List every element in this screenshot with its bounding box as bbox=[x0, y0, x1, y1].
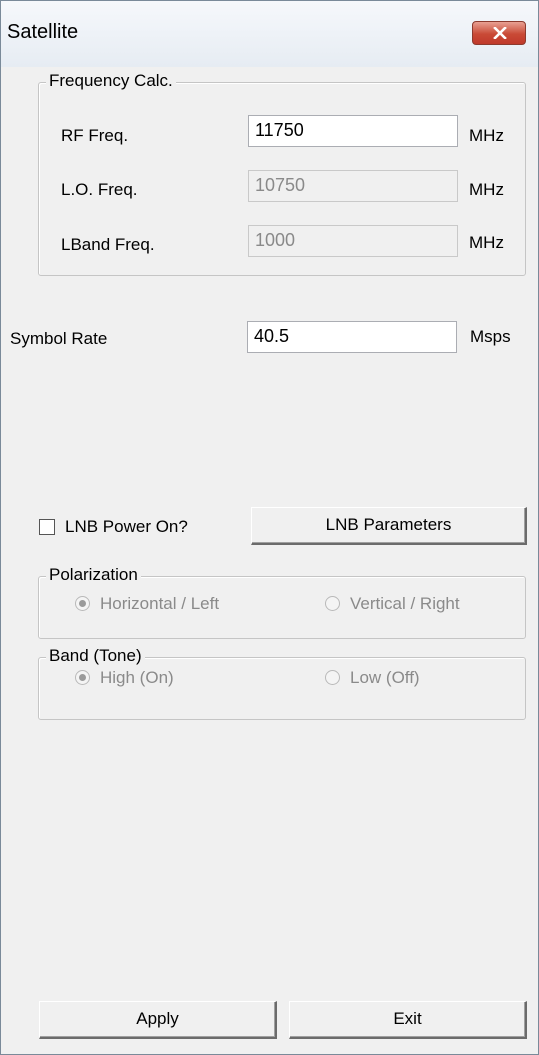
band-tone-group: Band (Tone) High (On) Low (Off) bbox=[38, 646, 526, 720]
dialog-body: Frequency Calc. RF Freq. 11750 MHz L.O. … bbox=[1, 67, 538, 1054]
radio-indicator bbox=[325, 670, 340, 685]
rf-freq-unit: MHz bbox=[469, 126, 504, 145]
symbol-rate-unit: Msps bbox=[470, 327, 511, 346]
symbol-rate-input[interactable]: 40.5 bbox=[247, 321, 457, 353]
polarization-legend: Polarization bbox=[46, 565, 141, 585]
vertical-right-label: Vertical / Right bbox=[350, 594, 460, 613]
polarization-group: Polarization Horizontal / Left Vertical … bbox=[38, 565, 526, 639]
rf-freq-input[interactable]: 11750 bbox=[248, 115, 458, 147]
band-tone-legend: Band (Tone) bbox=[46, 646, 145, 666]
lo-freq-label: L.O. Freq. bbox=[61, 180, 138, 199]
rf-freq-label: RF Freq. bbox=[61, 126, 129, 145]
frequency-calc-group: Frequency Calc. RF Freq. 11750 MHz L.O. … bbox=[38, 71, 526, 276]
lnb-power-checkbox[interactable] bbox=[39, 519, 55, 535]
vertical-right-radio: Vertical / Right bbox=[325, 594, 460, 614]
lo-freq-unit: MHz bbox=[469, 180, 504, 199]
low-off-radio: Low (Off) bbox=[325, 668, 420, 688]
frequency-calc-legend: Frequency Calc. bbox=[46, 71, 176, 91]
horizontal-left-label: Horizontal / Left bbox=[100, 594, 220, 613]
lband-freq-input: 1000 bbox=[248, 225, 458, 257]
lnb-parameters-button[interactable]: LNB Parameters bbox=[251, 507, 527, 545]
apply-button[interactable]: Apply bbox=[39, 1001, 277, 1039]
lo-freq-input: 10750 bbox=[248, 170, 458, 202]
lband-freq-label: LBand Freq. bbox=[61, 235, 155, 254]
symbol-rate-label: Symbol Rate bbox=[10, 329, 108, 348]
radio-indicator bbox=[75, 596, 90, 611]
exit-button[interactable]: Exit bbox=[289, 1001, 527, 1039]
high-on-label: High (On) bbox=[100, 668, 174, 687]
close-icon bbox=[493, 27, 507, 39]
satellite-dialog: Satellite Frequency Calc. RF Freq. 11750… bbox=[0, 0, 539, 1055]
high-on-radio: High (On) bbox=[75, 668, 174, 688]
low-off-label: Low (Off) bbox=[350, 668, 420, 687]
window-title: Satellite bbox=[7, 21, 79, 43]
radio-indicator bbox=[75, 670, 90, 685]
lnb-power-label[interactable]: LNB Power On? bbox=[65, 517, 188, 537]
radio-indicator bbox=[325, 596, 340, 611]
horizontal-left-radio: Horizontal / Left bbox=[75, 594, 219, 614]
title-bar: Satellite bbox=[1, 1, 538, 67]
close-button[interactable] bbox=[472, 21, 526, 45]
lband-freq-unit: MHz bbox=[469, 233, 504, 252]
